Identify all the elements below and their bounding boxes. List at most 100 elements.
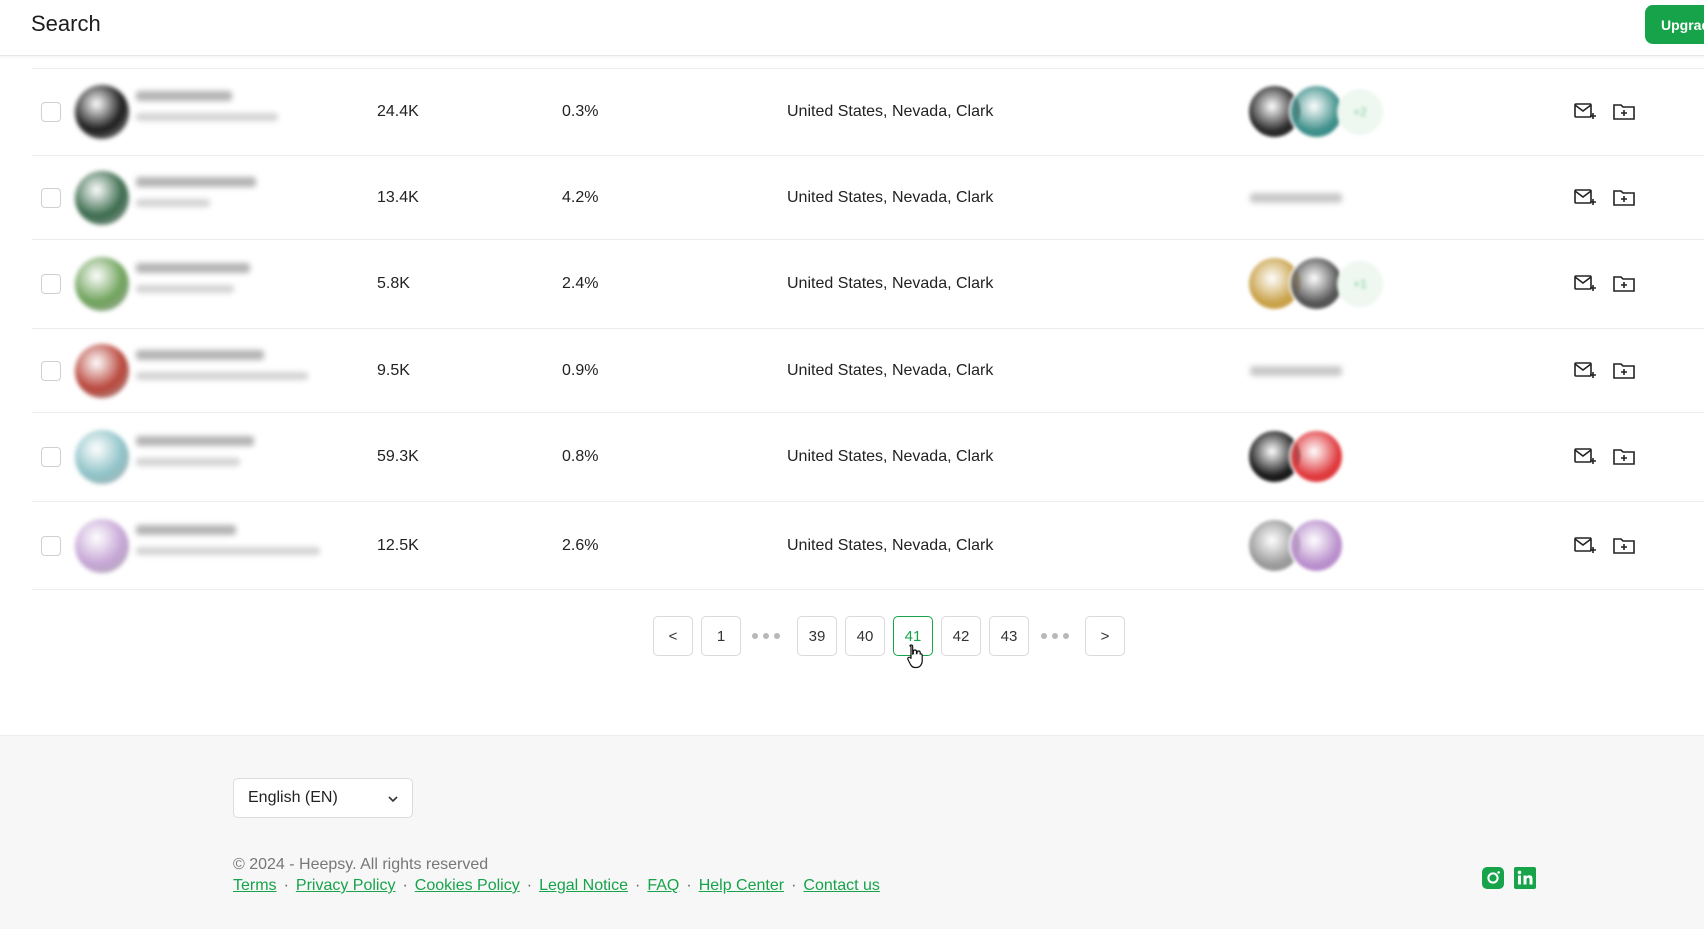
followers-count: 12.5K	[377, 536, 419, 554]
table-row: 12.5K 2.6% United States, Nevada, Clark	[32, 501, 1704, 590]
brand-mentions[interactable]	[1247, 429, 1407, 485]
separator: ·	[526, 877, 533, 894]
linkedin-icon[interactable]	[1513, 866, 1537, 890]
table-row: 5.8K 2.4% United States, Nevada, Clark +…	[32, 239, 1704, 328]
followers-count: 59.3K	[377, 448, 419, 465]
results-list: 24.4K 0.3% United States, Nevada, Clark …	[32, 68, 1704, 590]
next-page-button[interactable]: >	[1085, 616, 1125, 656]
followers-count: 24.4K	[377, 103, 419, 120]
page-button[interactable]: 42	[941, 616, 981, 656]
add-to-list-icon[interactable]	[1612, 185, 1636, 209]
cookies-policy-link[interactable]: Cookies Policy	[415, 877, 520, 894]
add-to-email-icon[interactable]	[1573, 185, 1597, 209]
engagement-rate: 2.6%	[562, 536, 599, 554]
pagination-ellipsis	[1041, 633, 1069, 639]
table-row: 24.4K 0.3% United States, Nevada, Clark …	[32, 68, 1704, 155]
brand-logo[interactable]	[1289, 429, 1344, 484]
faq-link[interactable]: FAQ	[647, 877, 679, 894]
blurred-username	[136, 524, 236, 535]
blurred-username	[136, 436, 254, 446]
instagram-icon[interactable]	[1481, 866, 1505, 890]
row-checkbox[interactable]	[41, 274, 61, 294]
add-to-email-icon[interactable]	[1573, 444, 1597, 468]
footer-links: Terms · Privacy Policy · Cookies Policy · Lega…	[233, 877, 880, 895]
add-to-email-icon[interactable]	[1573, 99, 1597, 123]
separator: ·	[283, 877, 289, 894]
location: United States, Nevada, Clark	[787, 275, 994, 292]
blurred-display-name	[136, 546, 320, 555]
privacy-policy-link[interactable]: Privacy Policy	[296, 877, 396, 894]
page-button-first[interactable]: 1	[701, 616, 741, 656]
brand-mentions[interactable]: +2	[1247, 84, 1407, 140]
more-mentions-badge[interactable]: +2	[1337, 89, 1383, 135]
brand-logo[interactable]	[1289, 84, 1344, 139]
add-to-list-icon[interactable]	[1612, 358, 1636, 382]
blurred-display-name	[136, 458, 240, 466]
contact-us-link[interactable]: Contact us	[803, 877, 879, 894]
top-bar: Search Upgrade	[0, 0, 1704, 56]
engagement-rate: 0.9%	[562, 361, 599, 379]
legal-notice-link[interactable]: Legal Notice	[539, 877, 628, 894]
pagination: < 1 39 40 41 42 43 >	[0, 616, 1704, 656]
page-button[interactable]: 40	[845, 616, 885, 656]
help-center-link[interactable]: Help Center	[699, 877, 784, 894]
add-to-email-icon[interactable]	[1573, 358, 1597, 382]
language-select[interactable]: English (EN)	[233, 778, 413, 818]
blurred-display-name	[136, 371, 308, 380]
add-to-list-icon[interactable]	[1612, 99, 1636, 123]
location: United States, Nevada, Clark	[787, 536, 994, 554]
pagination-ellipsis	[752, 633, 780, 639]
brand-mentions[interactable]	[1247, 517, 1407, 574]
brand-logo[interactable]	[1289, 256, 1344, 311]
prev-page-button[interactable]: <	[653, 616, 693, 656]
add-to-email-icon[interactable]	[1573, 271, 1597, 295]
page-title: Search	[31, 11, 101, 36]
engagement-rate: 0.3%	[562, 103, 599, 120]
engagement-rate: 4.2%	[562, 188, 599, 206]
engagement-rate: 0.8%	[562, 448, 599, 465]
avatar[interactable]	[75, 257, 129, 311]
followers-count: 13.4K	[377, 188, 419, 206]
language-label: English (EN)	[248, 789, 338, 806]
followers-count: 9.5K	[377, 361, 410, 379]
avatar[interactable]	[75, 518, 129, 573]
brand-mentions[interactable]: +1	[1247, 256, 1407, 312]
followers-count: 5.8K	[377, 275, 410, 292]
blurred-display-name	[136, 198, 210, 207]
no-mentions-blurred	[1250, 192, 1342, 203]
row-checkbox[interactable]	[41, 102, 61, 122]
avatar[interactable]	[75, 170, 129, 225]
blurred-display-name	[136, 285, 234, 293]
add-to-list-icon[interactable]	[1612, 271, 1636, 295]
table-row: 59.3K 0.8% United States, Nevada, Clark	[32, 412, 1704, 501]
row-checkbox[interactable]	[41, 447, 61, 467]
table-row: 13.4K 4.2% United States, Nevada, Clark	[32, 155, 1704, 239]
add-to-list-icon[interactable]	[1612, 533, 1636, 557]
row-checkbox[interactable]	[41, 535, 61, 556]
location: United States, Nevada, Clark	[787, 188, 994, 206]
add-to-email-icon[interactable]	[1573, 533, 1597, 557]
blurred-username	[136, 349, 264, 360]
page-button[interactable]: 43	[989, 616, 1029, 656]
location: United States, Nevada, Clark	[787, 361, 994, 379]
separator: ·	[686, 877, 692, 894]
avatar[interactable]	[75, 430, 129, 484]
avatar[interactable]	[75, 343, 129, 398]
hand-cursor-icon	[907, 644, 923, 669]
page-button[interactable]: 39	[797, 616, 837, 656]
upgrade-button[interactable]: Upgrade	[1645, 5, 1704, 44]
avatar[interactable]	[75, 85, 129, 139]
row-checkbox[interactable]	[41, 187, 61, 208]
add-to-list-icon[interactable]	[1612, 444, 1636, 468]
more-mentions-badge[interactable]: +1	[1337, 261, 1383, 307]
engagement-rate: 2.4%	[562, 275, 599, 292]
separator: ·	[635, 877, 641, 894]
location: United States, Nevada, Clark	[787, 103, 994, 120]
brand-logo[interactable]	[1289, 517, 1344, 573]
terms-link[interactable]: Terms	[233, 877, 277, 894]
separator: ·	[791, 877, 797, 894]
row-checkbox[interactable]	[41, 360, 61, 381]
table-row: 9.5K 0.9% United States, Nevada, Clark	[32, 328, 1704, 412]
chevron-down-icon	[388, 796, 398, 803]
location: United States, Nevada, Clark	[787, 448, 994, 465]
